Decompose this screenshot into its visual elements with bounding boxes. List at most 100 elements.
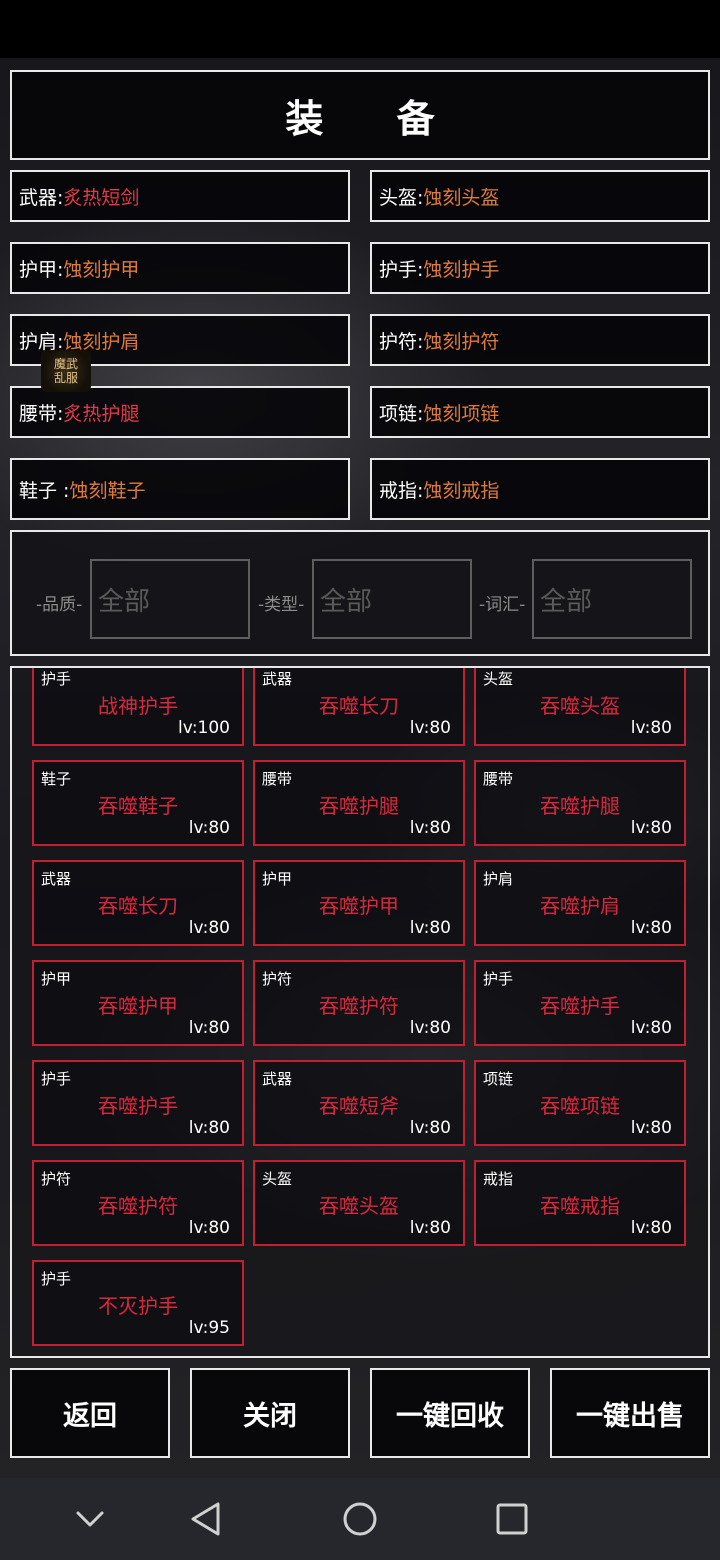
item-type-label: 武器 (262, 1070, 293, 1088)
item-name: 吞噬头盔 (319, 1194, 399, 1218)
item-type-label: 项链 (483, 1070, 514, 1088)
quality-filter-select[interactable]: 全部 (90, 559, 250, 639)
equip-slot[interactable]: 项链: 蚀刻项链 (370, 386, 710, 438)
equip-slot-label: 护符: (379, 330, 424, 353)
inventory-item-card[interactable]: 护手 吞噬护手 lv:80 (32, 1060, 244, 1146)
equip-slot-item: 蚀刻头盔 (423, 186, 500, 209)
equip-slot[interactable]: 护符: 蚀刻护符 (370, 314, 710, 366)
item-name: 吞噬戒指 (540, 1194, 620, 1218)
inventory-item-card[interactable]: 武器吞噬短斧 lv:80 (253, 1060, 465, 1146)
item-type-label: 护手 (41, 670, 72, 688)
item-type-label: 鞋子 (41, 770, 72, 788)
item-level: lv:80 (188, 1218, 230, 1238)
inventory-item-card[interactable]: 护符吞噬护符 lv:80 (253, 960, 465, 1046)
item-level: lv:80 (630, 1018, 672, 1038)
game-logo: 魔武 乱服 (41, 350, 91, 392)
close-button[interactable]: 关闭 (190, 1368, 350, 1458)
equip-slot-item: 炙热短剑 (63, 186, 140, 209)
equip-slot[interactable]: 腰带: 炙热护腿 (10, 386, 350, 438)
item-type-label: 武器 (262, 670, 293, 688)
item-name: 吞噬项链 (540, 1094, 620, 1118)
equip-slot-item: 蚀刻护手 (423, 258, 500, 281)
item-level: lv:80 (630, 1218, 672, 1238)
item-name: 吞噬短斧 (319, 1094, 399, 1118)
item-level: lv:95 (188, 1318, 230, 1338)
item-level: lv:80 (630, 1118, 672, 1138)
equip-slot-item: 蚀刻戒指 (423, 479, 500, 502)
equip-slot[interactable]: 护手: 蚀刻护手 (370, 242, 710, 294)
type-filter-select[interactable]: 全部 (312, 559, 472, 639)
item-name: 吞噬护甲 (98, 994, 178, 1018)
equip-slot-label: 武器: (19, 186, 64, 209)
type-filter-label: -类型- (258, 595, 305, 615)
item-type-label: 护甲 (262, 870, 293, 888)
item-name: 不灭护手 (98, 1294, 178, 1318)
inventory-item-card[interactable]: 护甲 吞噬护甲 lv:80 (253, 860, 465, 946)
chevron-down-icon[interactable] (70, 1499, 110, 1539)
back-triangle-icon[interactable] (186, 1499, 226, 1539)
item-name: 吞噬护腿 (319, 794, 399, 818)
item-name: 吞噬护符 (98, 1194, 178, 1218)
item-level: lv:80 (409, 1218, 451, 1238)
recents-square-icon[interactable] (492, 1499, 532, 1539)
item-level: lv:80 (630, 918, 672, 938)
inventory-item-card[interactable]: 头盔吞噬头盔 lv:80 (253, 1160, 465, 1246)
item-level: lv:80 (409, 1018, 451, 1038)
item-type-label: 护符 (262, 970, 293, 988)
inventory-item-card[interactable]: 戒指吞噬戒指 lv:80 (474, 1160, 686, 1246)
item-name: 吞噬长刀 (319, 694, 399, 718)
status-bar (0, 0, 720, 58)
inventory-item-card[interactable]: 头盔 吞噬头盔 lv:80 (474, 668, 686, 746)
item-name: 吞噬护符 (319, 994, 399, 1018)
item-type-label: 护甲 (41, 970, 72, 988)
inventory-item-card[interactable]: 护肩 吞噬护肩 lv:80 (474, 860, 686, 946)
affix-filter-select[interactable]: 全部 (532, 559, 692, 639)
item-level: lv:80 (409, 1118, 451, 1138)
inventory-list[interactable]: 护手 战神护手 lv:100 武器 吞噬长刀 lv:80 头盔 吞噬头盔 lv:80 鞋子 吞噬鞋子… (10, 666, 710, 1358)
inventory-item-card[interactable]: 项链吞噬项链 lv:80 (474, 1060, 686, 1146)
back-button[interactable]: 返回 (10, 1368, 170, 1458)
equip-slot[interactable]: 武器: 炙热短剑 (10, 170, 350, 222)
item-type-label: 头盔 (262, 1170, 293, 1188)
item-level: lv:80 (409, 718, 451, 738)
recycle-all-button[interactable]: 一键回收 (370, 1368, 530, 1458)
affix-filter-label: -词汇- (479, 595, 526, 615)
item-name: 吞噬护腿 (540, 794, 620, 818)
equip-slot-label: 鞋子 : (19, 479, 70, 502)
home-circle-icon[interactable] (340, 1499, 380, 1539)
item-level: lv:80 (409, 818, 451, 838)
item-name: 吞噬头盔 (540, 694, 620, 718)
inventory-item-card[interactable]: 腰带 吞噬护腿 lv:80 (253, 760, 465, 846)
equip-slot[interactable]: 鞋子 : 蚀刻鞋子 (10, 458, 350, 520)
inventory-item-card[interactable]: 武器吞噬长刀 lv:80 (253, 668, 465, 746)
item-level: lv:80 (188, 1018, 230, 1038)
inventory-item-card[interactable]: 武器 吞噬长刀 lv:80 (32, 860, 244, 946)
equip-slot-item: 蚀刻项链 (423, 402, 500, 425)
page-title: 装 备 (285, 96, 465, 141)
equip-slot[interactable]: 头盔: 蚀刻头盔 (370, 170, 710, 222)
item-name: 战神护手 (98, 694, 178, 718)
sell-all-button[interactable]: 一键出售 (550, 1368, 710, 1458)
item-level: lv:80 (630, 818, 672, 838)
equip-slot[interactable]: 戒指: 蚀刻戒指 (370, 458, 710, 520)
item-name: 吞噬鞋子 (98, 794, 178, 818)
equip-slot-label: 项链: (379, 402, 424, 425)
item-type-label: 护手 (41, 1070, 72, 1088)
item-type-label: 戒指 (483, 1170, 514, 1188)
inventory-item-card[interactable]: 腰带吞噬护腿 lv:80 (474, 760, 686, 846)
equip-slot-item: 炙热护腿 (63, 402, 140, 425)
inventory-item-card[interactable]: 护符 吞噬护符 lv:80 (32, 1160, 244, 1246)
item-name: 吞噬长刀 (98, 894, 178, 918)
item-name: 吞噬护手 (540, 994, 620, 1018)
inventory-item-card[interactable]: 鞋子 吞噬鞋子 lv:80 (32, 760, 244, 846)
equip-slot[interactable]: 护甲: 蚀刻护甲 (10, 242, 350, 294)
item-level: lv:80 (188, 1118, 230, 1138)
item-type-label: 腰带 (483, 770, 514, 788)
equip-slot-item: 蚀刻护甲 (63, 258, 140, 281)
equip-slot-label: 头盔: (379, 186, 424, 209)
inventory-item-card[interactable]: 护手 战神护手 lv:100 (32, 668, 244, 746)
equip-slot-item: 蚀刻护符 (423, 330, 500, 353)
inventory-item-card[interactable]: 护手 不灭护手 lv:95 (32, 1260, 244, 1346)
inventory-item-card[interactable]: 护甲吞噬护甲 lv:80 (32, 960, 244, 1046)
inventory-item-card[interactable]: 护手 吞噬护手 lv:80 (474, 960, 686, 1046)
